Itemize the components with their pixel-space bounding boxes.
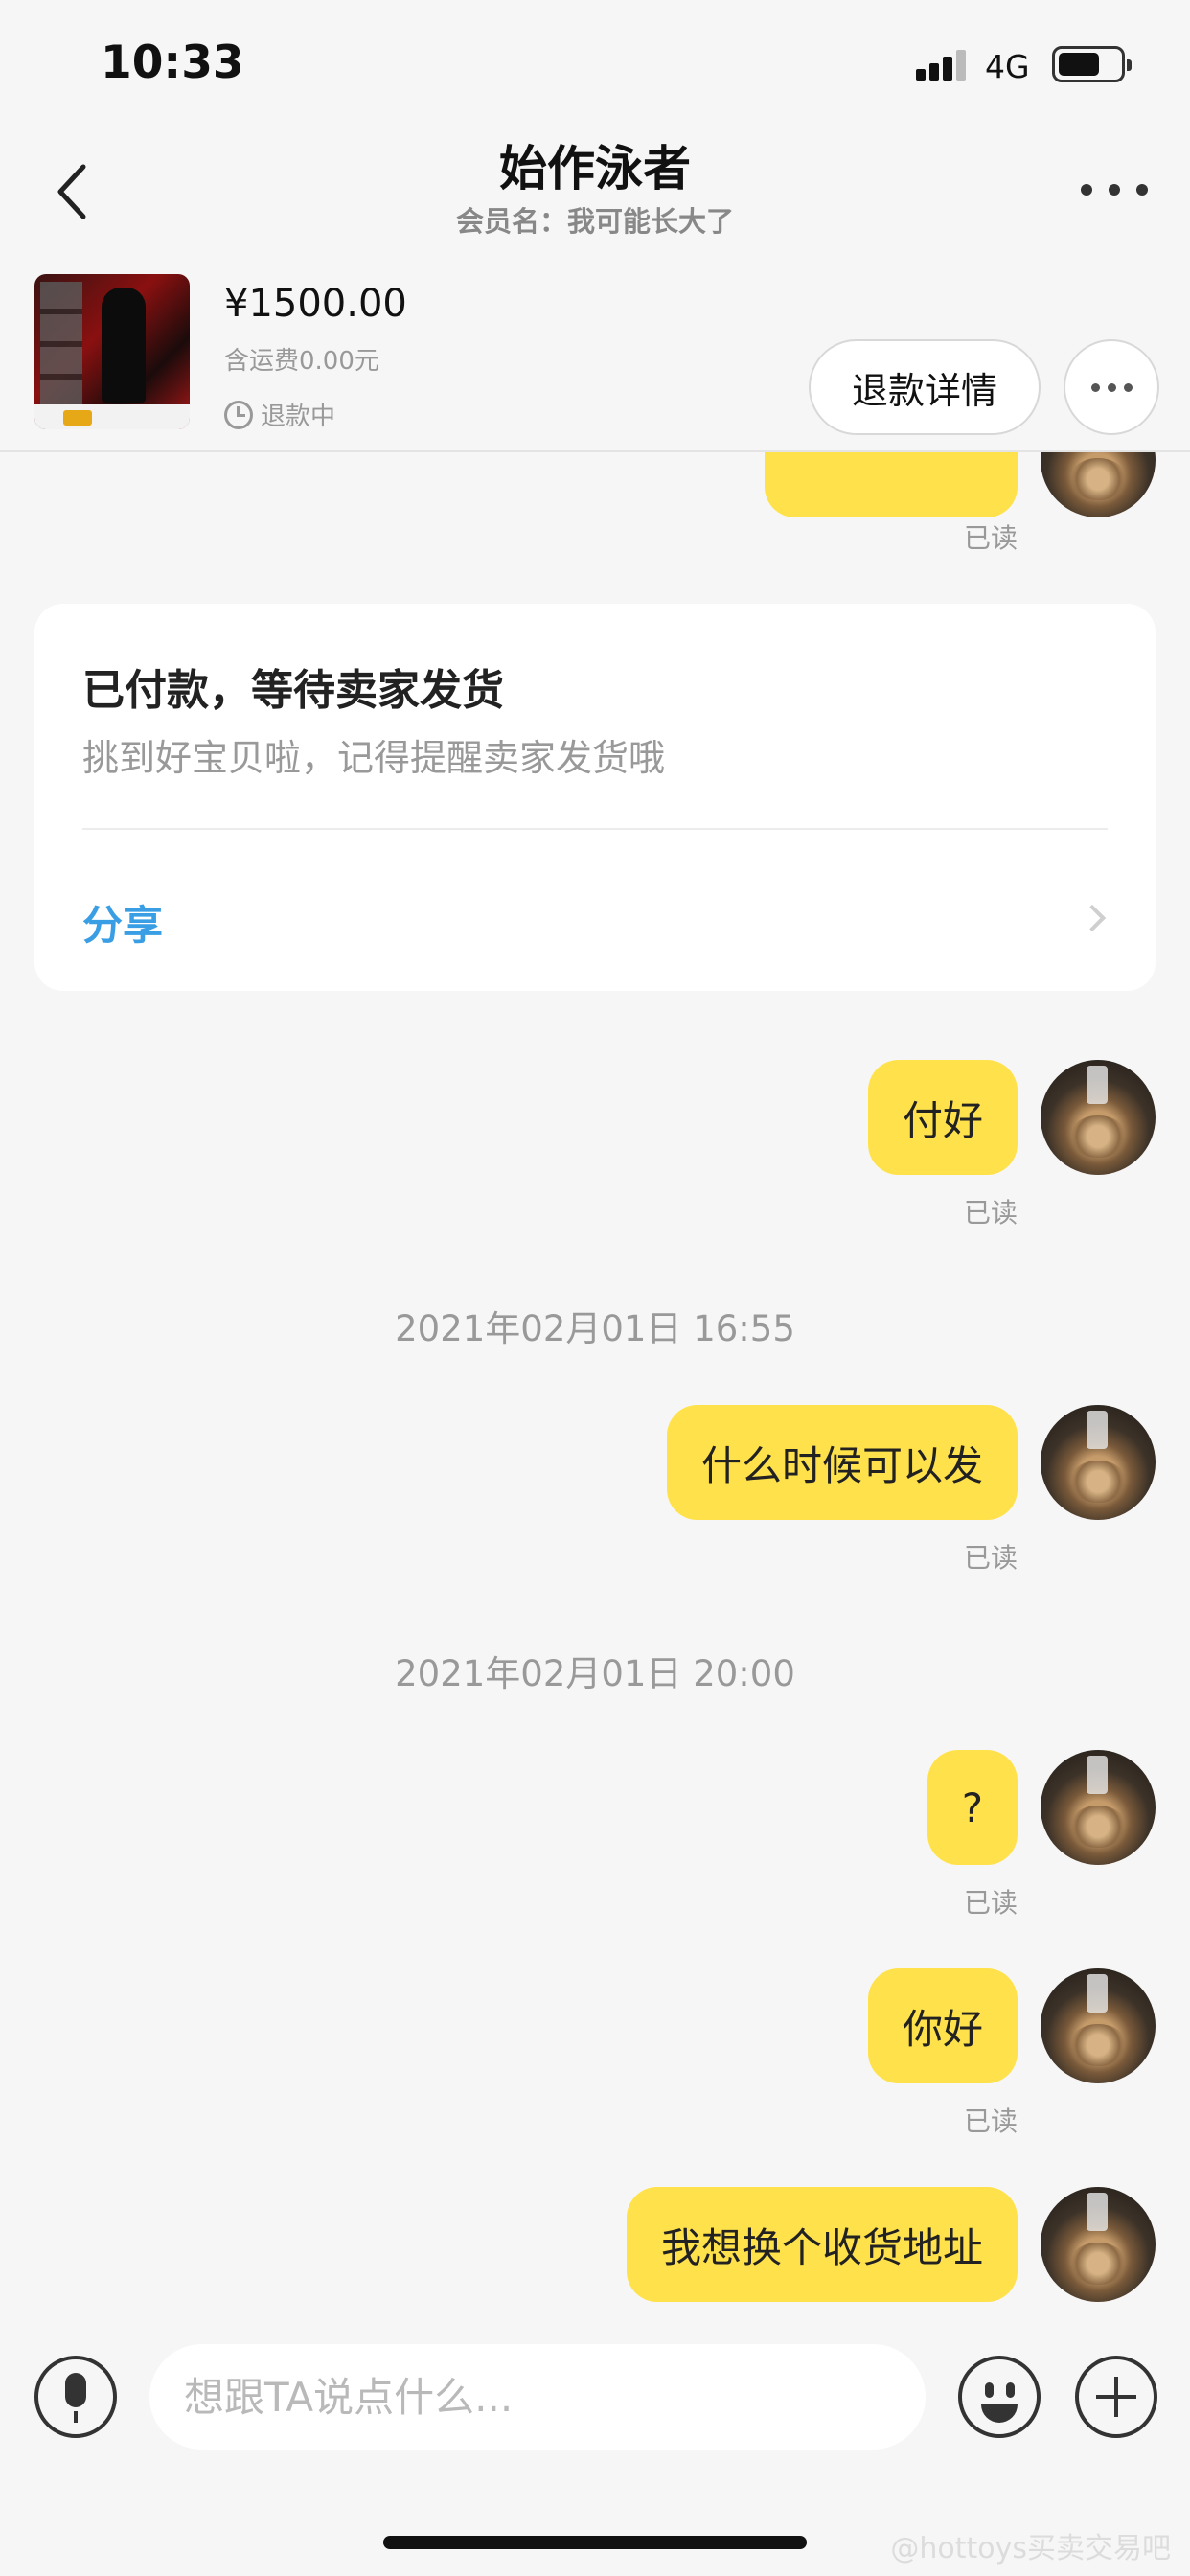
order-status-card[interactable]: 已付款，等待卖家发货 挑到好宝贝啦，记得提醒卖家发货哦 分享 [34, 604, 1156, 991]
read-receipt: 已读 [963, 1887, 1018, 1919]
message-timestamp: 2021年02月01日 16:55 [395, 1308, 795, 1349]
member-name: 会员名：我可能长大了 [0, 199, 1190, 240]
status-time: 10:33 [101, 36, 244, 89]
read-receipt: 已读 [963, 1197, 1018, 1229]
read-receipt: 已读 [963, 522, 1018, 554]
battery-icon [1052, 46, 1132, 82]
message-bubble[interactable]: 你好 [867, 1968, 1018, 2083]
message-bubble[interactable]: ? [927, 1750, 1018, 1865]
chat-title: 始作泳者 [499, 141, 691, 196]
message-timestamp: 2021年02月01日 20:00 [395, 1653, 795, 1694]
clock-icon [224, 400, 253, 429]
order-bar: ¥1500.00 含运费0.00元 退款中 退款详情 [0, 257, 1190, 452]
watermark: @hottoys买卖交易吧 [890, 2532, 1171, 2565]
message-bubble[interactable]: 什么时候可以发 [666, 1405, 1018, 1520]
signal-icon [916, 48, 970, 80]
order-status-subtitle: 挑到好宝贝啦，记得提醒卖家发货哦 [82, 737, 666, 779]
home-indicator[interactable] [383, 2536, 807, 2549]
refund-details-button[interactable]: 退款详情 [809, 339, 1041, 435]
avatar[interactable] [1041, 1405, 1156, 1520]
shipping-fee: 含运费0.00元 [224, 347, 379, 376]
voice-input-button[interactable] [34, 2356, 117, 2438]
refund-status-text: 退款中 [261, 402, 336, 431]
message-bubble[interactable]: 付好 [867, 1060, 1018, 1175]
share-link[interactable]: 分享 [82, 893, 163, 952]
order-more-button[interactable] [1064, 339, 1159, 435]
chat-list[interactable]: 已读 已付款，等待卖家发货 挑到好宝贝啦，记得提醒卖家发货哦 分享 付好 已读 … [0, 452, 1190, 2321]
message-input[interactable] [149, 2344, 926, 2450]
read-receipt: 已读 [963, 2105, 1018, 2137]
emoji-eye [985, 2382, 994, 2398]
emoji-mouth [981, 2404, 1018, 2423]
avatar[interactable] [1041, 452, 1156, 518]
order-status-title: 已付款，等待卖家发货 [82, 666, 504, 715]
message-bubble[interactable]: 我想换个收货地址 [626, 2187, 1018, 2302]
avatar[interactable] [1041, 1750, 1156, 1865]
avatar[interactable] [1041, 2187, 1156, 2302]
network-type: 4G [985, 48, 1030, 85]
read-receipt: 已读 [963, 1542, 1018, 1574]
emoji-button[interactable] [958, 2356, 1041, 2438]
member-name-label: 会员名： [455, 205, 567, 238]
avatar[interactable] [1041, 1968, 1156, 2083]
message-bubble-partial[interactable] [765, 452, 1018, 518]
product-thumbnail[interactable] [34, 274, 190, 429]
emoji-eye [1006, 2382, 1015, 2398]
more-options-button[interactable] [1081, 172, 1148, 207]
add-attachment-button[interactable] [1075, 2356, 1157, 2438]
order-price: ¥1500.00 [224, 282, 407, 326]
avatar[interactable] [1041, 1060, 1156, 1175]
refund-status: 退款中 [224, 397, 335, 432]
member-name-value: 我可能长大了 [567, 205, 735, 238]
chevron-right-icon [1078, 904, 1107, 932]
divider [82, 828, 1108, 830]
